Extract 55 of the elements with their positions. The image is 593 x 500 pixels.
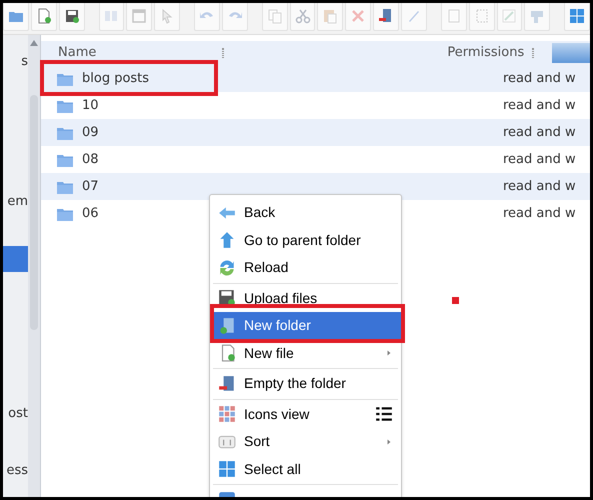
permissions-text: read and w [503,70,576,88]
sidebar-item[interactable] [3,246,28,272]
empty-folder-icon [218,374,236,393]
list-icon[interactable] [375,405,393,424]
window-icon [131,8,148,24]
grid-icon [218,460,236,478]
permissions-text: read and w [503,96,576,115]
menu-item[interactable]: New file [210,340,401,367]
file-name[interactable]: 06 [82,204,99,224]
sidebar-item[interactable]: s [3,49,28,75]
file-name[interactable]: 08 [82,150,99,170]
permissions-text: read and w [503,204,576,223]
column-header[interactable]: Permissions [447,43,524,63]
column-header[interactable]: Name [58,43,96,63]
menu-item[interactable]: Reload [210,254,401,282]
extract-icon [529,8,546,24]
new-folder-icon [218,316,236,335]
permissions-text: read and w [503,124,576,142]
icons-view-icon [218,405,236,424]
permissions-text: read and w [503,178,576,196]
scrollbar[interactable] [28,35,41,497]
scissors-icon [294,8,311,24]
menu-item[interactable]: Select all [210,456,401,483]
column-resize-handle[interactable] [532,48,534,58]
sidebar-item[interactable]: em [3,189,28,215]
up-arrow-icon [218,231,236,250]
permissions-text: read and w [503,150,576,169]
toolbar-button[interactable] [564,3,590,31]
toolbar-button[interactable] [30,3,57,31]
cross-icon [350,8,366,24]
copy-icon [266,8,283,24]
menu-item[interactable]: Icons view [210,400,401,428]
save-icon [64,8,80,24]
file-name[interactable]: blog posts [82,68,150,88]
menu-item[interactable]: Upload files [210,284,401,312]
duplicate-icon [446,8,462,24]
rename-icon [501,8,518,24]
file-name[interactable]: 07 [82,176,99,196]
menu-item[interactable]: Empty the folder [210,370,401,398]
grid-icon [569,8,586,24]
file-name[interactable]: 10 [82,96,99,116]
resize-icon [474,8,490,24]
sidebar-item[interactable]: ost [3,401,28,427]
reload-icon [218,258,236,277]
menu-item[interactable]: Back [210,199,401,226]
file-name[interactable]: 09 [82,122,99,142]
menu-item[interactable]: Sort [210,428,401,456]
menu-item[interactable]: Go to parent folder [210,226,401,254]
scroll-up-icon[interactable] [29,39,39,47]
toolbar-button[interactable] [58,3,85,31]
toolbar-button[interactable] [373,3,399,31]
paste-icon [322,8,338,24]
sidebar-item[interactable]: ess [3,458,28,484]
new-file-icon [36,8,52,24]
column-resize-handle[interactable] [222,48,224,58]
